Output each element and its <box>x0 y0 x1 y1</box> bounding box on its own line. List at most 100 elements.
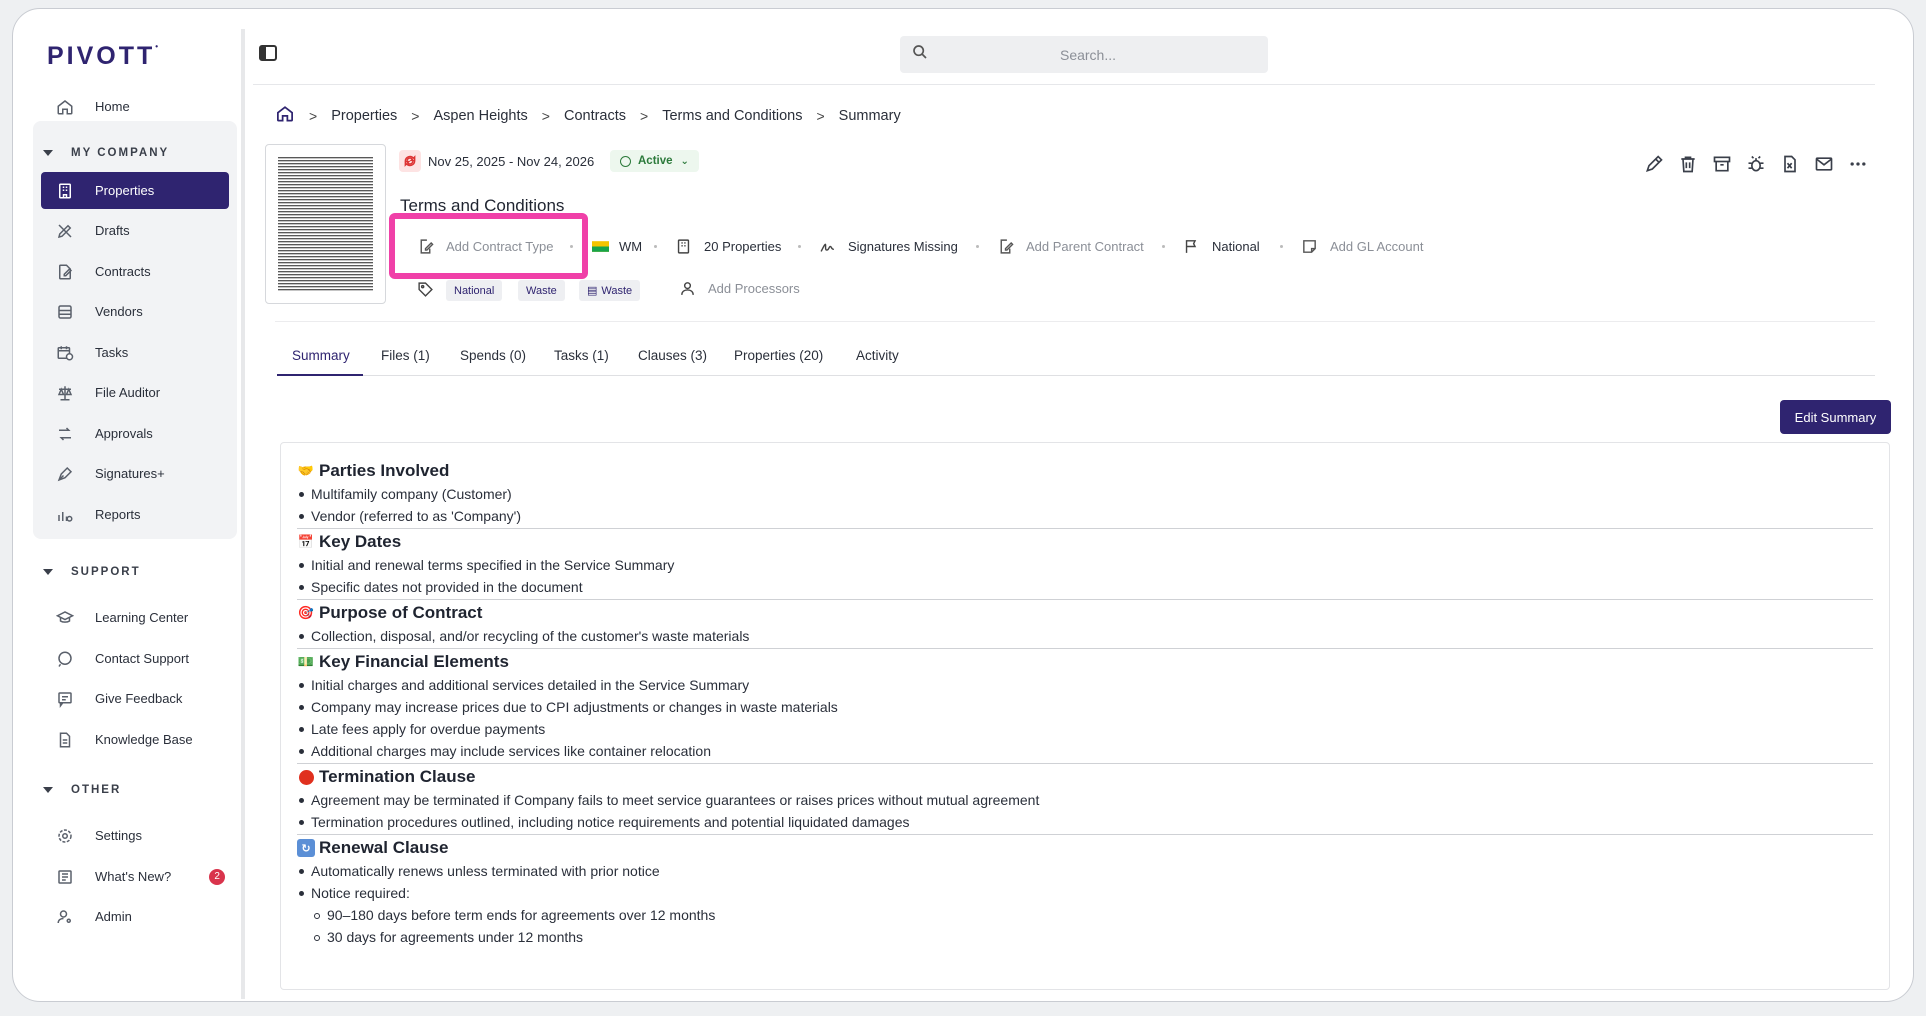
section-support[interactable]: SUPPORT <box>43 566 141 578</box>
tab-properties[interactable]: Properties (20) <box>734 348 823 363</box>
signatures-status[interactable]: Signatures Missing <box>819 238 958 255</box>
summary-section-key-dates: 📅 Key Dates Initial and renewal terms spe… <box>297 532 1873 600</box>
reports-icon <box>55 505 75 525</box>
user-icon <box>679 280 696 297</box>
add-processors[interactable]: Add Processors <box>679 280 800 297</box>
tab-files[interactable]: Files (1) <box>381 348 430 363</box>
sidebar-item-file-auditor[interactable]: File Auditor <box>41 374 229 411</box>
tag-waste[interactable]: Waste <box>518 280 565 301</box>
category-icon: ▤ <box>587 285 598 297</box>
list-item: Vendor (referred to as 'Company') <box>297 505 1873 527</box>
bug-icon[interactable] <box>1746 154 1766 179</box>
sidebar-item-approvals[interactable]: Approvals <box>41 415 229 452</box>
contract-icon <box>55 262 75 282</box>
more-options-icon[interactable] <box>1848 154 1868 179</box>
tab-summary[interactable]: Summary <box>292 348 350 363</box>
sidebar-item-contracts[interactable]: Contracts <box>41 253 229 290</box>
breadcrumb-contracts[interactable]: Contracts <box>564 108 626 124</box>
scale-icon <box>55 383 75 403</box>
tag-national[interactable]: National <box>446 280 503 301</box>
tab-activity[interactable]: Activity <box>856 348 899 363</box>
handshake-icon: 🤝 <box>297 463 315 478</box>
highlight-box <box>389 213 588 279</box>
list-item: Company may increase prices due to CPI a… <box>297 696 1873 718</box>
list-item: Additional charges may include services … <box>297 740 1873 762</box>
sidebar-item-properties[interactable]: Properties <box>41 172 229 209</box>
search-bar[interactable] <box>900 36 1268 73</box>
sub-list-item: 90–180 days before term ends for agreeme… <box>297 904 1873 926</box>
summary-section-parties: 🤝 Parties Involved Multifamily company (C… <box>297 461 1873 529</box>
sidebar-divider <box>241 29 245 999</box>
approvals-icon <box>55 424 75 444</box>
pivott-logo[interactable]: PIVOTT• <box>47 42 158 71</box>
search-input[interactable] <box>928 46 1248 63</box>
breadcrumb-properties[interactable]: Properties <box>331 108 397 124</box>
sidebar-toggle-icon[interactable] <box>259 45 277 66</box>
sidebar-item-home[interactable]: Home <box>41 88 229 125</box>
gear-icon <box>55 826 75 846</box>
breadcrumb-aspen-heights[interactable]: Aspen Heights <box>433 108 527 124</box>
list-item: Collection, disposal, and/or recycling o… <box>297 625 1873 647</box>
red-circle-icon <box>297 768 315 786</box>
document-thumbnail[interactable] <box>265 144 386 304</box>
excel-file-icon[interactable] <box>1780 154 1800 179</box>
building-icon <box>55 181 75 201</box>
list-item: Initial and renewal terms specified in t… <box>297 554 1873 576</box>
calendar-icon: 📅 <box>297 534 315 549</box>
list-item: Initial charges and additional services … <box>297 674 1873 696</box>
chevron-right-icon: > <box>640 107 649 124</box>
add-gl-account[interactable]: Add GL Account <box>1301 238 1423 255</box>
add-parent-contract[interactable]: Add Parent Contract <box>997 238 1144 255</box>
status-badge[interactable]: Active ⌄ <box>610 150 699 172</box>
check-circle-icon <box>620 155 631 167</box>
pen-nib-icon <box>55 464 75 484</box>
breadcrumb-terms[interactable]: Terms and Conditions <box>662 108 802 124</box>
vendor-wm[interactable]: WM <box>592 238 642 255</box>
feedback-icon <box>55 689 75 709</box>
sidebar-item-reports[interactable]: Reports <box>41 496 229 533</box>
sidebar-item-learning-center[interactable]: Learning Center <box>41 599 229 636</box>
sidebar-item-signatures[interactable]: Signatures+ <box>41 455 229 492</box>
breadcrumb-home-icon[interactable] <box>275 104 295 127</box>
tab-clauses[interactable]: Clauses (3) <box>638 348 707 363</box>
caret-down-icon <box>43 787 53 793</box>
tag-icon <box>417 281 434 303</box>
sub-list-item: 30 days for agreements under 12 months <box>297 926 1873 948</box>
properties-count[interactable]: 20 Properties <box>675 238 781 255</box>
sidebar-item-give-feedback[interactable]: Give Feedback <box>41 680 229 717</box>
chevron-right-icon: > <box>816 107 825 124</box>
flag-icon <box>1183 238 1200 255</box>
sidebar-item-contact-support[interactable]: Contact Support <box>41 640 229 677</box>
list-item: Automatically renews unless terminated w… <box>297 860 1873 882</box>
sidebar-item-tasks[interactable]: Tasks <box>41 334 229 371</box>
sidebar-item-admin[interactable]: Admin <box>41 898 229 935</box>
header-divider <box>275 321 1875 322</box>
sidebar-item-settings[interactable]: Settings <box>41 817 229 854</box>
tag-waste-category[interactable]: ▤ Waste <box>579 280 641 301</box>
caret-down-icon <box>43 150 53 156</box>
pencil-icon[interactable] <box>1644 154 1664 179</box>
summary-section-renewal: ↻ Renewal Clause Automatically renews unl… <box>297 838 1873 948</box>
user-gear-icon <box>55 907 75 927</box>
section-other[interactable]: OTHER <box>43 784 121 796</box>
document-icon <box>55 730 75 750</box>
archive-icon[interactable] <box>1712 154 1732 179</box>
section-my-company[interactable]: MY COMPANY <box>43 147 169 159</box>
mail-icon[interactable] <box>1814 154 1834 179</box>
sidebar-item-drafts[interactable]: Drafts <box>41 212 229 249</box>
calendar-clock-icon <box>55 343 75 363</box>
trash-icon[interactable] <box>1678 154 1698 179</box>
newspaper-icon <box>55 867 75 887</box>
edit-summary-button[interactable]: Edit Summary <box>1780 400 1891 434</box>
tab-tasks[interactable]: Tasks (1) <box>554 348 609 363</box>
list-item: Notice required: <box>297 882 1873 904</box>
sidebar-item-vendors[interactable]: Vendors <box>41 293 229 330</box>
app-window: PIVOTT• Home MY COMPANY Properties Draft… <box>12 8 1914 1002</box>
scope-national[interactable]: National <box>1183 238 1260 255</box>
sidebar-item-whats-new[interactable]: What's New? 2 <box>41 858 229 895</box>
tab-spends[interactable]: Spends (0) <box>460 348 526 363</box>
sidebar-item-knowledge-base[interactable]: Knowledge Base <box>41 721 229 758</box>
summary-section-purpose: 🎯 Purpose of Contract Collection, disposa… <box>297 603 1873 649</box>
topbar-divider <box>253 84 1875 85</box>
list-item: Late fees apply for overdue payments <box>297 718 1873 740</box>
